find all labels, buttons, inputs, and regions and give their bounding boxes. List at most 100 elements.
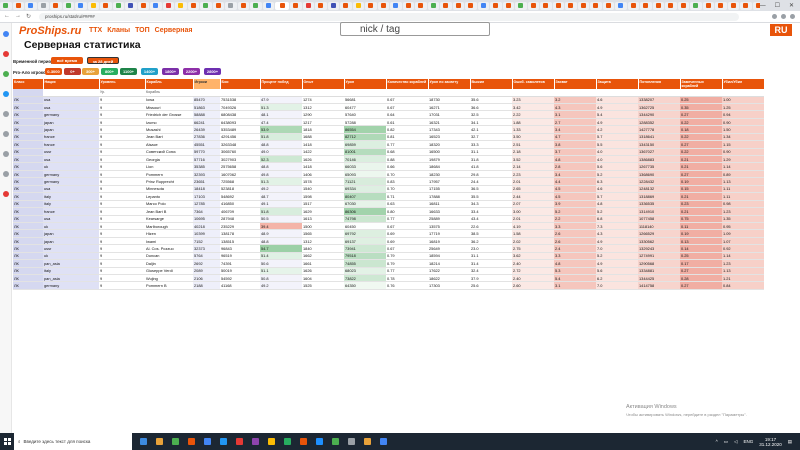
browser-tab[interactable] [552,1,564,10]
pro-filter-button[interactable]: 300+ [82,68,99,75]
column-filter-input[interactable] [43,89,99,97]
table-cell[interactable]: Jean Bart B [145,207,193,216]
nav-item-ttx[interactable]: ТТХ [89,27,102,34]
taskbar-app-icon[interactable] [140,438,147,445]
pro-filter-button[interactable]: 2200+ [183,68,200,75]
sidebar-app-icon[interactable] [3,51,9,57]
taskbar-search[interactable]: ⌕ Введите здесь текст для поиска [14,433,132,450]
table-cell[interactable]: Friedrich der Grosse [145,110,193,119]
taskbar-app-icon[interactable] [348,438,355,445]
nav-item-clans[interactable]: Кланы [107,27,130,34]
browser-tab[interactable] [200,1,212,10]
browser-tab[interactable] [100,1,112,10]
table-row[interactable]: ЛК pan_asia 9 Daljin 2692 74391 50.6 1661 74855 0… [13,259,800,268]
sidebar-app-icon[interactable] [3,151,9,157]
extension-icon[interactable] [772,14,777,19]
browser-tab[interactable] [452,1,464,10]
browser-tab[interactable] [515,1,527,10]
pro-filter-button[interactable]: 2800+ [204,68,221,75]
browser-tab[interactable] [315,1,327,10]
browser-tab[interactable] [590,1,602,10]
column-filter-input[interactable] [470,89,512,97]
table-row[interactable]: ЛК usa 9 Georgia 57716 3027903 52.3 1626 70146 0.… [13,155,800,164]
table-row[interactable]: ЛК italy 9 Giuseppe Verdi 2089 50019 51.1 1626 6… [13,267,800,276]
column-filter-input[interactable] [386,89,428,97]
table-cell[interactable]: Giuseppe Verdi [145,267,193,276]
table-row[interactable]: ЛК japan 9 Iwami 7152 138515 48.8 1312 69137 0.69… [13,237,800,246]
sidebar-app-icon[interactable] [3,91,9,97]
browser-tab[interactable] [250,1,262,10]
browser-tab[interactable] [87,1,99,10]
table-row[interactable]: ЛК ussr 9 Советский Союз 59770 3065760 49.0 142… [13,148,800,157]
table-cell[interactable]: Iwami [145,237,193,246]
table-row[interactable]: ЛК italy 9 Marco Polo 12785 416850 49.1 1517 670… [13,200,800,209]
column-filter-input[interactable] [596,89,638,97]
table-cell[interactable]: Musashi [145,125,193,134]
browser-tab[interactable] [62,1,74,10]
browser-tab[interactable] [352,1,364,10]
table-row[interactable]: ЛК japan 9 Hizen 10399 138178 48.9 1565 69792 0.6… [13,229,800,238]
taskbar-app-icon[interactable] [252,438,259,445]
column-filter-input[interactable] [512,89,554,97]
table-row[interactable]: ЛК france 9 Jean Bart 27836 4291456 51.8 1688 82… [13,133,800,142]
column-filter-input[interactable] [638,89,680,97]
browser-tab[interactable] [0,1,12,10]
volume-icon[interactable]: ◁ [734,439,737,445]
column-filter-input[interactable] [554,89,596,97]
column-filter-input[interactable] [260,89,302,97]
browser-tab[interactable] [75,1,87,10]
column-header[interactable]: Игроки [193,79,221,89]
chevron-up-icon[interactable]: ^ [716,439,718,444]
browser-tab[interactable] [137,1,149,10]
table-row[interactable]: ЛК uk 9 Duncan 5764 96519 51.4 1662 79518 0.79 185… [13,252,800,261]
taskbar-app-icon[interactable] [156,438,163,445]
browser-tab[interactable] [565,1,577,10]
pro-filter-button[interactable]: 800+ [101,68,118,75]
table-row[interactable]: ЛК uk 9 Marlborough 40218 235229 39.4 1500 60450… [13,222,800,231]
browser-tab[interactable] [502,1,514,10]
period-all-button[interactable]: всё время [51,57,83,64]
back-icon[interactable]: ← [4,13,10,20]
column-header[interactable]: Корабль [145,79,194,89]
table-cell[interactable]: Al. Cos. Pozzuo [145,244,193,253]
reload-icon[interactable]: ↻ [26,13,31,20]
table-cell[interactable]: Marco Polo [145,200,193,209]
column-header[interactable]: Количество кораблей [386,79,429,89]
browser-tab[interactable] [162,1,174,10]
table-row[interactable]: ЛК italy 9 Lepanto 17103 548692 48.7 1598 80407 0… [13,192,800,201]
pro-filter-button[interactable]: 0-3000 [45,68,62,75]
taskbar-app-icon[interactable] [220,438,227,445]
nav-item-server[interactable]: Серверная [155,27,193,34]
column-header[interactable]: Опыт [302,79,345,89]
browser-tab[interactable] [275,1,289,10]
url-field[interactable]: proships.ru/stat/ru/##### [39,12,740,21]
pro-filter-button[interactable]: 1800+ [162,68,179,75]
column-header[interactable]: Урон [344,79,387,89]
taskbar-app-icon[interactable] [300,438,307,445]
sidebar-app-icon[interactable] [3,111,9,117]
sidebar-app-icon[interactable] [3,171,9,177]
table-row[interactable]: ЛК france 9 Jean Bart B 7364 406709 51.8 1629 86… [13,207,800,216]
table-cell[interactable]: Pommern B [145,281,193,290]
taskbar-app-icon[interactable] [172,438,179,445]
column-header[interactable]: Защита [596,79,639,89]
browser-tab[interactable] [225,1,237,10]
taskbar-app-icon[interactable] [316,438,323,445]
column-filter-input[interactable] [680,89,722,97]
column-filter-input[interactable] [220,89,260,97]
browser-tab[interactable] [665,1,677,10]
table-row[interactable]: ЛК usa 9 Missouri 51863 7049326 51.3 1312 60477 0… [13,103,800,112]
browser-tab[interactable] [340,1,352,10]
browser-tab[interactable] [715,1,727,10]
browser-tab[interactable] [402,1,414,10]
browser-tab[interactable] [237,1,249,10]
browser-tab[interactable] [262,1,274,10]
table-cell[interactable]: Duncan [145,252,193,261]
browser-tab[interactable] [327,1,339,10]
browser-tab[interactable] [490,1,502,10]
browser-tab[interactable] [12,1,24,10]
table-cell[interactable]: Lepanto [145,192,193,201]
notifications-icon[interactable]: ▤ [788,439,792,445]
column-header[interactable]: Бои [220,79,261,89]
column-filter-input[interactable]: Корабль [145,89,193,97]
